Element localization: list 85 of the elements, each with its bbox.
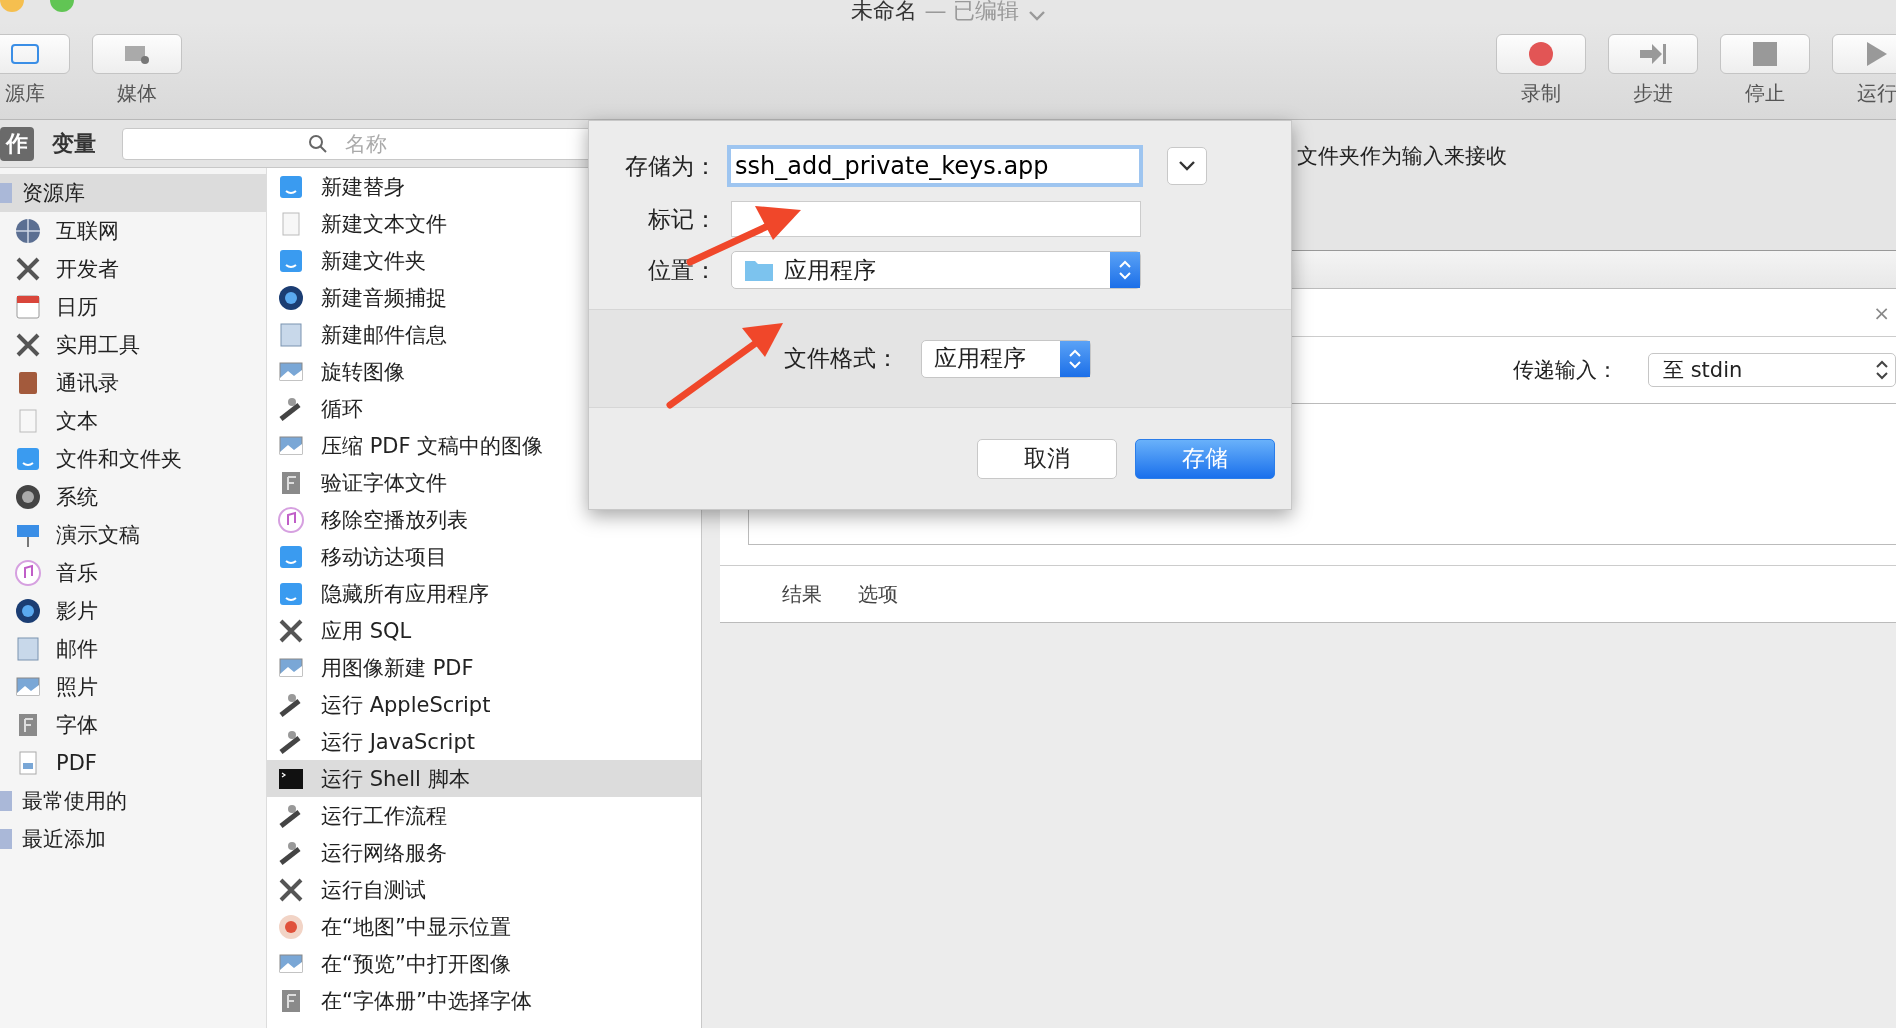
action-item[interactable]: 压缩 PDF 文稿中的图像: [267, 427, 701, 464]
window-icon: [10, 42, 40, 66]
toolbar-label: 源库: [5, 80, 45, 107]
search-icon: [308, 133, 328, 154]
action-item[interactable]: 验证字体文件: [267, 464, 701, 501]
action-item[interactable]: 新建邮件信息: [267, 316, 701, 353]
sidebar-item[interactable]: 最常使用的: [0, 782, 266, 820]
sidebar-item[interactable]: 系统: [0, 478, 266, 516]
action-item[interactable]: 旋转图像: [267, 353, 701, 390]
action-item[interactable]: 循环: [267, 390, 701, 427]
filename-field[interactable]: ssh_add_private_keys.app: [727, 145, 1143, 187]
toolbar-button[interactable]: [92, 34, 182, 74]
action-item[interactable]: 隐藏所有应用程序: [267, 575, 701, 612]
step-icon: [1638, 41, 1668, 67]
stop-icon: [1752, 41, 1778, 67]
toolbar-button[interactable]: [1832, 34, 1896, 74]
sidebar-item[interactable]: 互联网: [0, 212, 266, 250]
library-tab[interactable]: 变量: [46, 126, 102, 161]
library-tab[interactable]: 作: [0, 126, 34, 161]
workflow-hint: 文件夹作为输入来接收: [1297, 144, 1507, 168]
action-item[interactable]: 在“地图”中显示位置: [267, 908, 701, 945]
format-popup[interactable]: 应用程序: [921, 339, 1091, 378]
edited-status: — 已编辑: [924, 0, 1020, 22]
toolbar-label: 运行: [1857, 80, 1896, 107]
toolbar-label: 停止: [1745, 80, 1785, 107]
record-icon: [1528, 41, 1554, 67]
sidebar-item[interactable]: 最近添加: [0, 820, 266, 858]
action-item[interactable]: 运行自测试: [267, 871, 701, 908]
action-item[interactable]: 运行 Shell 脚本: [267, 760, 701, 797]
card-tab[interactable]: 选项: [858, 580, 898, 608]
toolbar-button[interactable]: [0, 34, 70, 74]
music-icon: [14, 559, 42, 587]
action-item[interactable]: 运行网络服务: [267, 834, 701, 871]
face-icon: [14, 445, 42, 473]
close-icon[interactable]: ×: [1873, 300, 1890, 325]
sidebar-item[interactable]: 通讯录: [0, 364, 266, 402]
pass-input-label: 传递输入：: [1513, 357, 1618, 384]
sidebar-item[interactable]: 实用工具: [0, 326, 266, 364]
action-item[interactable]: 用图像新建 PDF: [267, 649, 701, 686]
sidebar-item[interactable]: 文件和文件夹: [0, 440, 266, 478]
window-title: 未命名: [850, 0, 917, 22]
settings-icon: [14, 483, 42, 511]
action-item[interactable]: 在“字体册”中选择字体: [267, 982, 701, 1019]
action-item[interactable]: 在“预览”中打开图像: [267, 945, 701, 982]
sidebar-item[interactable]: 字体: [0, 706, 266, 744]
sidebar-item[interactable]: 音乐: [0, 554, 266, 592]
action-item[interactable]: 移除空播放列表: [267, 501, 701, 538]
sidebar-item[interactable]: 文本: [0, 402, 266, 440]
chevron-icon: [1027, 10, 1046, 22]
save-as-label: 存储为：: [624, 151, 717, 181]
tools-icon: [14, 255, 42, 283]
toolbar-button[interactable]: [1608, 34, 1698, 74]
sidebar-item[interactable]: PDF: [0, 744, 266, 782]
music-icon: [277, 505, 305, 534]
sidebar-item[interactable]: 影片: [0, 592, 266, 630]
cancel-button[interactable]: 取消: [977, 438, 1117, 479]
toolbar-label: 录制: [1521, 80, 1561, 107]
pass-input-select[interactable]: 至 stdin: [1648, 353, 1896, 387]
tools-icon: [14, 331, 42, 359]
chevron-icon: [1178, 160, 1196, 172]
toolbar-label: 媒体: [117, 80, 157, 107]
tags-label: 标记：: [647, 204, 717, 234]
sidebar-item[interactable]: 开发者: [0, 250, 266, 288]
sidebar-item[interactable]: 资源库: [0, 174, 266, 212]
action-item[interactable]: 运行工作流程: [267, 797, 701, 834]
sidebar-item[interactable]: 邮件: [0, 630, 266, 668]
toolbar-button[interactable]: [1496, 34, 1586, 74]
toolbar-label: 步进: [1633, 80, 1673, 107]
globe-icon: [14, 217, 42, 245]
card-tab[interactable]: 结果: [782, 580, 822, 608]
sidebar-item[interactable]: 照片: [0, 668, 266, 706]
updown-icon: [1875, 358, 1889, 382]
toolbar-button[interactable]: [1720, 34, 1810, 74]
format-label: 文件格式：: [784, 344, 899, 373]
action-item[interactable]: 移动访达项目: [267, 538, 701, 575]
sidebar-item[interactable]: 日历: [0, 288, 266, 326]
action-item[interactable]: 应用 SQL: [267, 612, 701, 649]
tags-field[interactable]: [731, 201, 1141, 237]
action-item[interactable]: 运行 JavaScript: [267, 723, 701, 760]
calendar-icon: [14, 293, 42, 321]
expand-button[interactable]: [1167, 147, 1207, 185]
location-popup[interactable]: 应用程序: [731, 251, 1141, 289]
action-item[interactable]: 运行 AppleScript: [267, 686, 701, 723]
updown-icon: [1118, 258, 1132, 282]
sidebar-item[interactable]: 演示文稿: [0, 516, 266, 554]
